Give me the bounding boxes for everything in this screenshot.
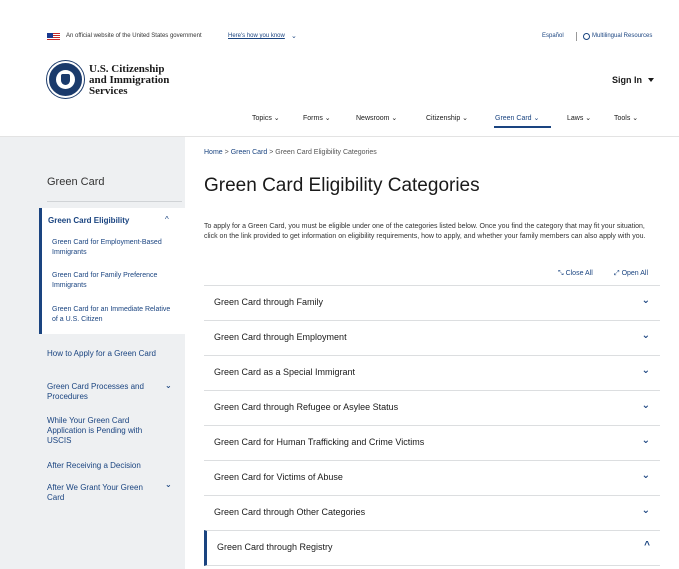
us-flag-icon: [47, 33, 60, 41]
multilingual-resources-link[interactable]: Multilingual Resources: [592, 33, 652, 39]
accordion-item-employment[interactable]: Green Card through Employment ⌄: [204, 320, 660, 355]
banner-divider: [576, 32, 577, 41]
chevron-down-icon[interactable]: ⌄: [291, 32, 297, 40]
nav-forms[interactable]: Forms ⌄: [303, 114, 331, 122]
accordion-label: Green Card through Family: [214, 297, 324, 307]
accordion-item-victims-abuse[interactable]: Green Card for Victims of Abuse ⌄: [204, 460, 660, 495]
accordion-label: Green Card for Human Trafficking and Cri…: [214, 437, 425, 447]
nav-laws[interactable]: Laws ⌄: [567, 114, 591, 122]
nav-active-indicator: [494, 126, 551, 128]
agency-logo-text[interactable]: U.S. Citizenship and Immigration Service…: [89, 64, 169, 97]
gov-banner-text: An official website of the United States…: [66, 33, 202, 39]
chevron-up-icon[interactable]: ^: [165, 215, 169, 224]
accordion-label: Green Card for Victims of Abuse: [214, 472, 343, 482]
agency-name-line3: Services: [89, 85, 128, 97]
chevron-down-icon: ⌄: [641, 470, 650, 481]
accordion-label: Green Card through Registry: [217, 542, 333, 552]
collapse-icon: ⤡: [558, 270, 564, 277]
main-navigation: Topics ⌄ Forms ⌄ Newsroom ⌄ Citizenship …: [0, 114, 679, 128]
chevron-down-icon[interactable]: ⌄: [165, 480, 172, 489]
accordion-label: Green Card as a Special Immigrant: [214, 367, 356, 377]
open-all-button[interactable]: ⤢ Open All: [614, 270, 648, 278]
nav-topics[interactable]: Topics ⌄: [252, 114, 280, 122]
sidebar-divider: [47, 201, 182, 202]
espanol-link[interactable]: Español: [542, 33, 564, 39]
chevron-down-icon[interactable]: ⌄: [165, 381, 172, 390]
accordion-item-refugee-asylee[interactable]: Green Card through Refugee or Asylee Sta…: [204, 390, 660, 425]
sidebar-subitem-immediate-relative[interactable]: Green Card for an Immediate Relative of …: [52, 305, 172, 325]
nav-tools[interactable]: Tools ⌄: [614, 114, 638, 122]
breadcrumb: Home > Green Card > Green Card Eligibili…: [204, 149, 377, 156]
chevron-down-icon: ⌄: [641, 435, 650, 446]
expand-icon: ⤢: [614, 270, 620, 277]
breadcrumb-green-card[interactable]: Green Card: [231, 149, 268, 156]
sidebar-item-green-card-eligibility[interactable]: Green Card Eligibility: [48, 216, 129, 225]
breadcrumb-home[interactable]: Home: [204, 149, 223, 156]
accordion-label: Green Card through Refugee or Asylee Sta…: [214, 402, 399, 412]
breadcrumb-separator: >: [269, 149, 274, 156]
accordion-label: Green Card through Other Categories: [214, 507, 366, 517]
sidebar-item-after-decision[interactable]: After Receiving a Decision: [47, 461, 162, 471]
sidebar-item-how-to-apply[interactable]: How to Apply for a Green Card: [47, 349, 162, 359]
chevron-down-icon: ⌄: [641, 330, 650, 341]
sidebar-subitem-employment[interactable]: Green Card for Employment-Based Immigran…: [52, 238, 172, 258]
page-title: Green Card Eligibility Categories: [204, 175, 480, 196]
nav-citizenship[interactable]: Citizenship ⌄: [426, 114, 468, 122]
globe-icon[interactable]: [583, 33, 590, 40]
accordion-item-family[interactable]: Green Card through Family ⌄: [204, 285, 660, 320]
chevron-up-icon: ^: [644, 540, 650, 551]
accordion-item-registry[interactable]: Green Card through Registry ^: [204, 530, 660, 566]
intro-paragraph: To apply for a Green Card, you must be e…: [204, 223, 646, 240]
chevron-down-icon: ⌄: [641, 365, 650, 376]
open-all-label: Open All: [621, 270, 649, 277]
caret-down-icon[interactable]: [648, 78, 654, 82]
sign-in-button[interactable]: Sign In: [612, 75, 642, 85]
accordion-item-other-categories[interactable]: Green Card through Other Categories ⌄: [204, 495, 660, 530]
nav-green-card[interactable]: Green Card ⌄: [495, 114, 539, 122]
chevron-down-icon: ⌄: [641, 505, 650, 516]
sidebar-item-after-grant[interactable]: After We Grant Your Green Card: [47, 483, 162, 503]
breadcrumb-separator: >: [224, 149, 229, 156]
sidebar-title[interactable]: Green Card: [47, 176, 104, 188]
gov-banner: An official website of the United States…: [0, 30, 679, 46]
close-all-button[interactable]: ⤡ Close All: [558, 270, 593, 278]
accordion-item-special-immigrant[interactable]: Green Card as a Special Immigrant ⌄: [204, 355, 660, 390]
sidebar-item-application-pending[interactable]: While Your Green Card Application is Pen…: [47, 416, 162, 446]
close-all-label: Close All: [565, 270, 593, 277]
breadcrumb-current: Green Card Eligibility Categories: [275, 149, 377, 156]
accordion-item-trafficking-crime[interactable]: Green Card for Human Trafficking and Cri…: [204, 425, 660, 460]
chevron-down-icon: ⌄: [641, 295, 650, 306]
chevron-down-icon: ⌄: [641, 400, 650, 411]
accordion-label: Green Card through Employment: [214, 332, 347, 342]
nav-newsroom[interactable]: Newsroom ⌄: [356, 114, 397, 122]
sidebar-item-processes-procedures[interactable]: Green Card Processes and Procedures: [47, 382, 162, 402]
dhs-seal-logo[interactable]: [47, 61, 84, 98]
sidebar-subitem-family-preference[interactable]: Green Card for Family Preference Immigra…: [52, 271, 172, 291]
heres-how-you-know-link[interactable]: Here's how you know: [228, 33, 285, 39]
